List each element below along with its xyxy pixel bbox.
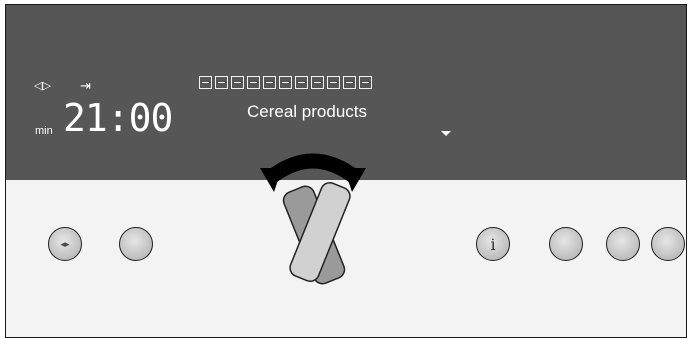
min-label: min bbox=[35, 125, 53, 137]
defrost-icon bbox=[343, 76, 356, 89]
info-button[interactable]: i bbox=[476, 227, 510, 261]
info-icon: i bbox=[490, 234, 496, 254]
fan-heat-icon bbox=[215, 76, 228, 89]
left-button-2[interactable] bbox=[119, 227, 153, 261]
slow-cook-icon bbox=[327, 76, 340, 89]
right-button-1[interactable] bbox=[549, 227, 583, 261]
program-label: Cereal products bbox=[247, 102, 368, 121]
warming-icon bbox=[359, 76, 372, 89]
fan-icon bbox=[199, 76, 212, 89]
chevron-down-icon bbox=[441, 131, 451, 136]
arrows-left-right-icon: ◁▷ bbox=[34, 80, 51, 92]
left-right-arrow-icon: ◂▸ bbox=[60, 238, 70, 249]
time-readout: 21:00 bbox=[63, 96, 173, 140]
grill-small-icon bbox=[295, 76, 308, 89]
rotate-arc-icon bbox=[265, 153, 361, 185]
pizza-icon bbox=[311, 76, 324, 89]
left-right-button[interactable]: ◂▸ bbox=[48, 227, 82, 261]
operating-mode-icons bbox=[199, 76, 372, 89]
bottom-heat-icon bbox=[247, 76, 260, 89]
selector-knob[interactable] bbox=[258, 146, 368, 296]
grill-large-icon bbox=[279, 76, 292, 89]
fan-grill-icon bbox=[263, 76, 276, 89]
right-button-3[interactable] bbox=[651, 227, 685, 261]
right-button-2[interactable] bbox=[606, 227, 640, 261]
end-time-icon: ⇥ bbox=[80, 78, 91, 93]
top-bottom-heat-icon bbox=[231, 76, 244, 89]
